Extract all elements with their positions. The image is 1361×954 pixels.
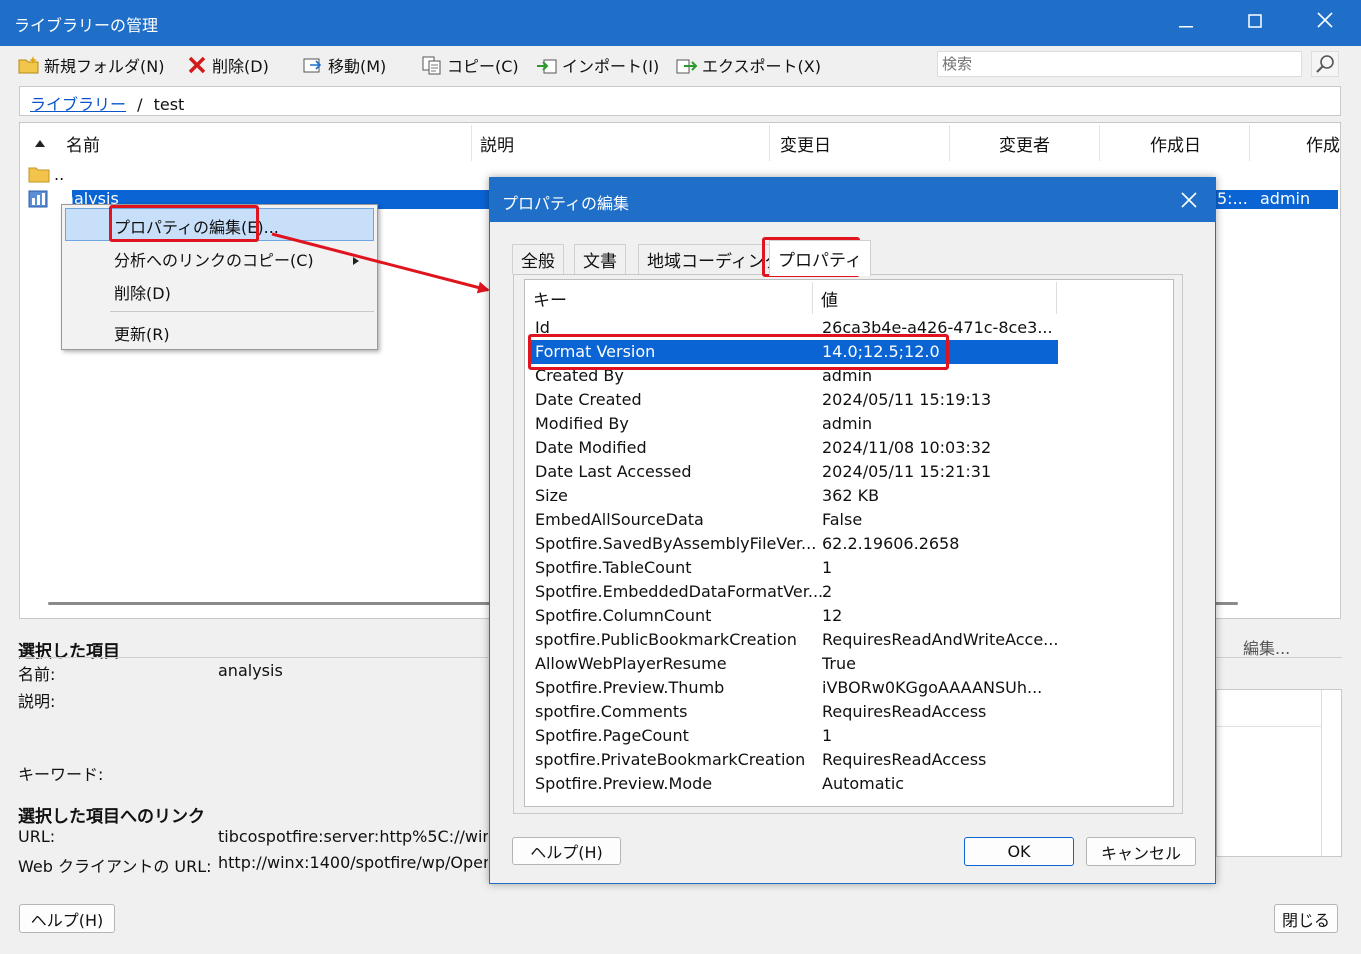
grid-row-key[interactable]: Size: [535, 484, 568, 508]
grid-row-value[interactable]: RequiresReadAccess: [822, 700, 986, 724]
grid-row-value[interactable]: 362 KB: [822, 484, 879, 508]
edit-button[interactable]: 編集...: [1243, 635, 1290, 659]
dialog-title: プロパティの編集: [502, 194, 630, 213]
grid-row-value[interactable]: admin: [822, 412, 872, 436]
grid-row-key[interactable]: Spotfire.Preview.Thumb: [535, 676, 724, 700]
grid-row-key[interactable]: spotfire.PublicBookmarkCreation: [535, 628, 797, 652]
close-icon: [1181, 192, 1197, 208]
grid-row-key[interactable]: spotfire.Comments: [535, 700, 688, 724]
ok-button[interactable]: OK: [964, 837, 1074, 866]
grid-row-value[interactable]: True: [822, 652, 856, 676]
keyword-list-box[interactable]: [1216, 689, 1342, 857]
grid-row-key[interactable]: Spotfire.ColumnCount: [535, 604, 711, 628]
grid-row-value[interactable]: iVBORw0KGgoAAAANSUh...: [822, 676, 1042, 700]
keyword-list-row-divider: [1217, 726, 1321, 727]
grid-row-value[interactable]: 2024/11/08 10:03:32: [822, 436, 991, 460]
dialog-help-button[interactable]: ヘルプ(H): [512, 837, 621, 865]
grid-row-value[interactable]: False: [822, 508, 862, 532]
grid-row-value[interactable]: 12: [822, 604, 842, 628]
dialog-titlebar: プロパティの編集: [490, 178, 1215, 222]
tab-general[interactable]: 全般: [512, 244, 564, 274]
grid-header-key[interactable]: キー: [533, 282, 813, 314]
grid-row-key[interactable]: EmbedAllSourceData: [535, 508, 704, 532]
edit-properties-dialog: プロパティの編集 全般 文書 地域コーディング プロパティ キー 値 Id 26c…: [489, 177, 1216, 884]
grid-row-key[interactable]: Spotfire.EmbeddedDataFormatVer...: [535, 580, 823, 604]
section-divider: [18, 657, 488, 658]
section-divider-right: [1216, 657, 1342, 658]
description-label: 説明:: [18, 692, 56, 711]
grid-row-value[interactable]: 1: [822, 556, 832, 580]
url-label: URL:: [18, 827, 56, 846]
grid-header-value[interactable]: 値: [821, 282, 1057, 314]
grid-row-value[interactable]: 2024/05/11 15:19:13: [822, 388, 991, 412]
keyword-label: キーワード:: [18, 765, 104, 784]
grid-row-key[interactable]: spotfire.PrivateBookmarkCreation: [535, 748, 805, 772]
web-client-url-value: http://winx:1400/spotfire/wp/Open: [218, 853, 488, 872]
grid-row-key[interactable]: Modified By: [535, 412, 629, 436]
grid-row-key[interactable]: Spotfire.Preview.Mode: [535, 772, 712, 796]
selected-item-section-title: 選択した項目: [18, 642, 120, 662]
url-value: tibcospotfire:server:http%5C://winx%: [218, 827, 488, 846]
keyword-list-scrollbar: [1321, 690, 1322, 856]
grid-row-key[interactable]: Date Created: [535, 388, 642, 412]
grid-row-value[interactable]: 2024/05/11 15:21:31: [822, 460, 991, 484]
grid-row-key[interactable]: Date Modified: [535, 436, 647, 460]
grid-row-value[interactable]: RequiresReadAndWriteAcce...: [822, 628, 1058, 652]
grid-row-value[interactable]: RequiresReadAccess: [822, 748, 986, 772]
web-client-url-label: Web クライアントの URL:: [18, 857, 212, 876]
grid-row-value[interactable]: Automatic: [822, 772, 904, 796]
name-value: analysis: [218, 661, 283, 680]
grid-row-key[interactable]: Spotfire.TableCount: [535, 556, 692, 580]
main-help-button[interactable]: ヘルプ(H): [19, 904, 115, 933]
cancel-button[interactable]: キャンセル: [1086, 837, 1196, 866]
dialog-close-button[interactable]: [1180, 191, 1198, 213]
grid-row-key[interactable]: AllowWebPlayerResume: [535, 652, 727, 676]
main-close-button[interactable]: 閉じる: [1274, 904, 1338, 933]
links-section-title: 選択した項目へのリンク: [18, 807, 205, 827]
grid-row-value[interactable]: 62.2.19606.2658: [822, 532, 959, 556]
tab-document[interactable]: 文書: [574, 244, 626, 274]
tab-properties[interactable]: プロパティ: [769, 240, 871, 276]
annotation-highlight-format-version: [528, 334, 949, 370]
grid-row-key[interactable]: Date Last Accessed: [535, 460, 692, 484]
grid-row-key[interactable]: Spotfire.SavedByAssemblyFileVer...: [535, 532, 816, 556]
grid-row-key[interactable]: Spotfire.PageCount: [535, 724, 689, 748]
grid-row-value[interactable]: 1: [822, 724, 832, 748]
name-label: 名前:: [18, 665, 56, 684]
grid-row-value[interactable]: 2: [822, 580, 832, 604]
